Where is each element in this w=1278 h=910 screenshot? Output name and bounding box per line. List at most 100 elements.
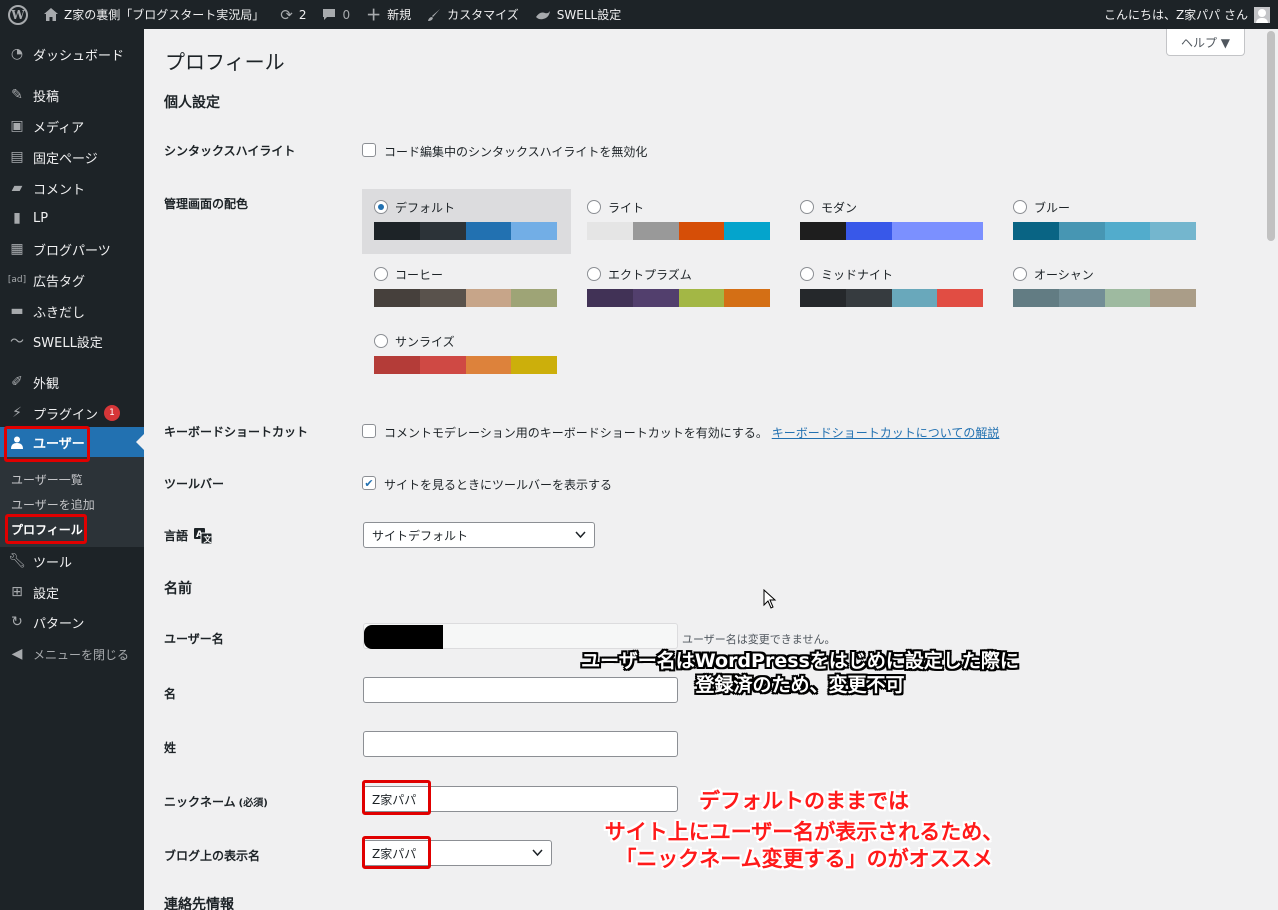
radio-button[interactable] bbox=[374, 267, 388, 281]
language-select[interactable]: サイトデフォルト bbox=[363, 522, 595, 548]
radio-button[interactable] bbox=[800, 200, 814, 214]
my-account-menu[interactable]: こんにちは、Z家パパ さん bbox=[1096, 0, 1278, 29]
color-scheme-name: モダン bbox=[821, 201, 858, 215]
pin-icon: ✎ bbox=[11, 87, 23, 103]
comments-menu[interactable]: 0 bbox=[314, 0, 358, 29]
color-scheme-option[interactable]: オーシャン bbox=[1001, 256, 1210, 321]
radio-button[interactable] bbox=[374, 334, 388, 348]
settings-icon: ⊞ bbox=[11, 584, 23, 600]
color-scheme-option[interactable]: デフォルト bbox=[362, 189, 571, 254]
radio-button[interactable] bbox=[587, 200, 601, 214]
plus-icon: ＋ bbox=[366, 6, 382, 24]
sidebar-item-swell-settings[interactable]: 〜 SWELL設定 bbox=[0, 326, 144, 356]
updates-menu[interactable]: ⟳ 2 bbox=[272, 0, 314, 29]
nickname-annotation-line2: サイト上にユーザー名が表示されるため、 bbox=[604, 820, 1004, 844]
color-swatch bbox=[800, 222, 846, 240]
updates-count: 2 bbox=[298, 7, 307, 22]
syntax-highlight-checkbox[interactable] bbox=[362, 143, 376, 157]
sidebar-item-patterns[interactable]: ↻ パターン bbox=[0, 607, 144, 637]
main-content: ヘルプ ▼ プロフィール 個人設定 シンタックスハイライト コード編集中のシンタ… bbox=[144, 29, 1264, 910]
sidebar-item-appearance[interactable]: ✐ 外観 bbox=[0, 367, 144, 397]
color-scheme-option[interactable]: ブルー bbox=[1001, 189, 1210, 254]
color-swatch bbox=[419, 289, 466, 307]
last-name-field[interactable] bbox=[363, 731, 678, 757]
keyboard-shortcuts-text: コメントモデレーション用のキーボードショートカットを有効にする。 キーボードショ… bbox=[384, 424, 999, 441]
keyboard-shortcuts-help-link[interactable]: キーボードショートカットについての解説 bbox=[772, 426, 1000, 440]
site-name: Z家の裏側「ブログスタート実況局」 bbox=[64, 8, 265, 22]
plugin-update-badge: 1 bbox=[104, 405, 121, 421]
color-swatch bbox=[632, 289, 679, 307]
sidebar-item-media[interactable]: ▣ メディア bbox=[0, 111, 144, 141]
help-tab-button[interactable]: ヘルプ ▼ bbox=[1166, 29, 1245, 56]
display-name-value: Z家パパ bbox=[372, 846, 417, 861]
toolbar-text: サイトを見るときにツールバーを表示する bbox=[384, 478, 613, 492]
sidebar-item-plugins[interactable]: ⚡ プラグイン 1 bbox=[0, 398, 144, 428]
color-scheme-option[interactable]: コーヒー bbox=[362, 256, 571, 321]
sidebar-item-blog-parts[interactable]: ▦ ブログパーツ bbox=[0, 234, 144, 264]
sidebar-item-label: メニューを閉じる bbox=[33, 647, 130, 662]
sidebar-item-dashboard[interactable]: ◔ ダッシュボード bbox=[0, 39, 144, 69]
submenu-all-users[interactable]: ユーザー一覧 bbox=[11, 471, 83, 488]
sidebar-item-comments[interactable]: ▰ コメント bbox=[0, 173, 144, 203]
sidebar-item-label: ブログパーツ bbox=[33, 243, 111, 259]
admin-sidebar: ◔ ダッシュボード ✎ 投稿 ▣ メディア ▤ 固定ページ ▰ コメント ▮ LP ▦ ブログ… bbox=[0, 29, 144, 910]
username-annotation-line1: ユーザー名はWordPressをはじめに設定した際に bbox=[581, 650, 1019, 672]
new-content-menu[interactable]: ＋ 新規 bbox=[358, 0, 419, 29]
display-name-select[interactable]: Z家パパ bbox=[363, 840, 552, 866]
color-swatch bbox=[845, 289, 892, 307]
sidebar-item-pages[interactable]: ▤ 固定ページ bbox=[0, 142, 144, 172]
sidebar-item-tools[interactable]: 🔧︎ ツール bbox=[0, 546, 144, 576]
sidebar-item-users[interactable]: ユーザー bbox=[0, 427, 144, 457]
color-swatch bbox=[1104, 222, 1151, 240]
color-scheme-option[interactable]: ミッドナイト bbox=[788, 256, 997, 321]
dashboard-icon: ◔ bbox=[10, 46, 24, 62]
submenu-add-user[interactable]: ユーザーを追加 bbox=[11, 496, 95, 513]
users-submenu: ユーザー一覧 ユーザーを追加 プロフィール bbox=[0, 457, 144, 547]
radio-button[interactable] bbox=[374, 200, 388, 214]
checkmark-icon: ✔ bbox=[364, 476, 374, 490]
toolbar-checkbox[interactable]: ✔ bbox=[362, 476, 376, 490]
sidebar-collapse-menu[interactable]: ◀ メニューを閉じる bbox=[0, 639, 144, 669]
nickname-value: Z家パパ bbox=[372, 792, 417, 807]
color-swatch bbox=[724, 289, 770, 307]
brush-icon: ✐ bbox=[11, 374, 23, 390]
last-name-label: 姓 bbox=[164, 741, 177, 755]
radio-button[interactable] bbox=[1013, 200, 1027, 214]
home-icon bbox=[44, 8, 58, 21]
bubble-icon: ▬ bbox=[10, 303, 24, 319]
radio-button[interactable] bbox=[1013, 267, 1027, 281]
comments-count: 0 bbox=[342, 7, 351, 22]
sidebar-item-label: ユーザー bbox=[33, 436, 85, 452]
user-icon bbox=[8, 436, 26, 449]
wp-logo-menu[interactable]: W bbox=[0, 0, 36, 29]
swell-settings-menu[interactable]: SWELL設定 bbox=[527, 0, 629, 29]
page-title: プロフィール bbox=[165, 50, 285, 74]
keyboard-shortcuts-checkbox[interactable] bbox=[362, 424, 376, 438]
color-scheme-option[interactable]: モダン bbox=[788, 189, 997, 254]
sidebar-item-lp[interactable]: ▮ LP bbox=[0, 203, 144, 233]
sidebar-item-settings[interactable]: ⊞ 設定 bbox=[0, 577, 144, 607]
scrollbar-thumb[interactable] bbox=[1267, 31, 1275, 241]
site-name-menu[interactable]: Z家の裏側「ブログスタート実況局」 bbox=[36, 0, 272, 29]
customize-menu[interactable]: カスタマイズ bbox=[419, 0, 527, 29]
color-scheme-option[interactable]: エクトプラズム bbox=[575, 256, 784, 321]
keyboard-shortcuts-description: コメントモデレーション用のキーボードショートカットを有効にする。 bbox=[384, 426, 768, 440]
color-scheme-label: 管理画面の配色 bbox=[164, 197, 249, 211]
first-name-label: 名 bbox=[164, 687, 177, 701]
username-label: ユーザー名 bbox=[164, 632, 224, 646]
submenu-profile[interactable]: プロフィール bbox=[11, 521, 83, 538]
page-scrollbar[interactable] bbox=[1264, 29, 1278, 910]
color-scheme-option[interactable]: ライト bbox=[575, 189, 784, 254]
radio-button[interactable] bbox=[800, 267, 814, 281]
sidebar-item-ad-tags[interactable]: [ad] 広告タグ bbox=[0, 265, 144, 295]
radio-button[interactable] bbox=[587, 267, 601, 281]
sidebar-item-fukidashi[interactable]: ▬ ふきだし bbox=[0, 296, 144, 326]
sidebar-item-posts[interactable]: ✎ 投稿 bbox=[0, 80, 144, 110]
swell-settings-label: SWELL設定 bbox=[556, 8, 622, 22]
color-scheme-name: サンライズ bbox=[395, 335, 455, 349]
color-swatch bbox=[511, 289, 557, 307]
color-scheme-option[interactable]: サンライズ bbox=[362, 323, 571, 388]
comment-icon: ▰ bbox=[11, 180, 23, 196]
language-label: 言語 A文 bbox=[164, 527, 213, 544]
sidebar-item-label: ふきだし bbox=[33, 305, 86, 321]
